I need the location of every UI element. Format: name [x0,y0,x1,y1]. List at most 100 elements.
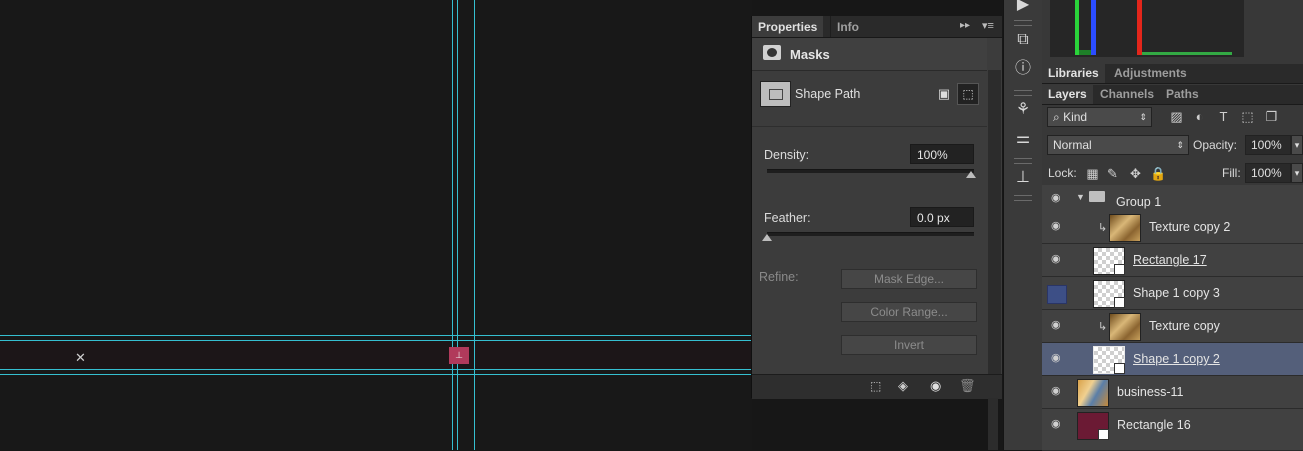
feather-label: Feather: [764,211,811,225]
lock-move-icon[interactable]: ✥ [1128,166,1143,181]
layer-thumbnail [1077,379,1109,407]
apply-mask-icon[interactable]: ◈ [898,378,908,394]
disclosure-triangle-icon[interactable]: ▼ [1076,192,1085,202]
trash-icon[interactable]: 🗑 [959,378,976,394]
mask-type-label: Shape Path [795,87,861,101]
grip-icon [1014,158,1032,164]
search-icon: ⌕ [1053,110,1060,124]
feather-input[interactable]: 0.0 px [910,207,974,227]
properties-footer: ⬚ ◈ ◉ 🗑 [752,374,1002,399]
canvas-shape-band [0,340,752,370]
tab-libraries[interactable]: Libraries [1042,64,1105,83]
feather-slider-thumb[interactable] [762,234,772,241]
panel-menu-icon[interactable]: ▾≡ [982,19,994,32]
layer-row[interactable]: Shape 1 copy 3 [1042,277,1303,310]
document-canvas[interactable]: ✕ ⊥ [0,0,752,450]
3d-cube-icon[interactable]: ⧉ [1012,29,1034,51]
properties-tab-bar: Properties Info ▸▸ ▾≡ [752,16,1002,38]
layer-row[interactable]: ◉ ↳ Texture copy [1042,310,1303,343]
mask-edge-button[interactable]: Mask Edge... [841,269,977,289]
color-range-button[interactable]: Color Range... [841,302,977,322]
eye-icon[interactable]: ◉ [1051,193,1064,204]
layer-row[interactable]: ◉ business-11 [1042,376,1303,409]
density-input[interactable]: 100% [910,144,974,164]
guide-vertical[interactable] [457,0,458,450]
lock-transparent-icon[interactable]: ▦ [1085,166,1100,181]
layer-thumbnail [1093,247,1125,275]
tab-paths[interactable]: Paths [1160,85,1205,104]
eye-icon[interactable]: ◉ [1051,353,1064,364]
histogram-graph [1075,0,1232,55]
guide-horizontal[interactable] [0,335,752,336]
guide-vertical[interactable] [474,0,475,450]
guide-vertical[interactable] [452,0,453,450]
lock-paint-icon[interactable]: ✎ [1105,166,1120,181]
type-filter-icon[interactable]: T [1216,109,1231,124]
vector-mask-thumbnail[interactable] [760,81,791,107]
density-slider-thumb[interactable] [966,171,976,178]
layer-name: business-11 [1117,385,1184,399]
layer-row[interactable]: ◉ ↳ Texture copy 2 [1042,211,1303,244]
stamp-icon[interactable]: ⊥ [449,347,469,364]
smart-object-filter-icon[interactable]: ❐ [1264,109,1279,124]
eye-icon[interactable]: ◉ [1051,386,1064,397]
layer-row[interactable]: ◉ Rectangle 16 [1042,409,1303,451]
grip-icon [1014,195,1032,201]
layer-name: Texture copy 2 [1149,220,1231,234]
properties-scrollbar[interactable] [988,70,1001,374]
fill-input[interactable]: 100% [1245,163,1291,183]
clone-stamp-icon[interactable]: ⊥ [1012,167,1034,189]
info-icon[interactable]: ⓘ [1012,58,1034,80]
layer-row[interactable]: ◉ Rectangle 17 [1042,244,1303,277]
eye-icon[interactable]: ◉ [1051,320,1064,331]
pixel-filter-icon[interactable]: ▨ [1169,109,1184,124]
layer-name: Texture copy [1149,319,1220,333]
density-slider-track[interactable] [767,169,974,173]
close-icon[interactable]: ✕ [75,351,86,364]
eye-icon[interactable]: ◉ [1051,254,1064,265]
add-vector-mask-icon[interactable]: ⬚ [957,83,979,105]
adjustment-filter-icon[interactable]: ◐ [1192,109,1207,124]
invert-button[interactable]: Invert [841,335,977,355]
play-icon[interactable]: ▶ [1012,0,1034,16]
load-selection-icon[interactable]: ⬚ [870,379,881,393]
masks-header: Masks [752,38,987,71]
fill-dropdown-icon[interactable]: ▾ [1291,163,1303,183]
shape-filter-icon[interactable]: ⬚ [1240,109,1255,124]
hidden-visibility-box[interactable] [1047,285,1067,304]
brush-icon[interactable]: ⚘ [1012,99,1034,121]
layer-filter-kind-select[interactable]: ⌕ Kind ⇕ [1047,107,1152,127]
eye-icon[interactable]: ◉ [1051,221,1064,232]
guide-horizontal[interactable] [0,369,752,370]
tab-properties[interactable]: Properties [752,16,824,37]
libraries-tab-bar: Libraries Adjustments [1042,64,1303,84]
opacity-dropdown-icon[interactable]: ▾ [1291,135,1303,155]
tab-layers[interactable]: Layers [1042,85,1093,104]
clipping-arrow-icon: ↳ [1098,222,1108,234]
adjust-sliders-icon[interactable]: ⚌ [1012,128,1034,150]
collapse-icon[interactable]: ▸▸ [960,20,970,31]
blend-mode-select[interactable]: Normal ⇕ [1047,135,1189,155]
tab-channels[interactable]: Channels [1094,85,1160,104]
blend-mode-value: Normal [1053,138,1092,152]
visibility-eye-icon[interactable]: ◉ [930,378,941,394]
layer-thumbnail [1093,346,1125,374]
layer-row[interactable]: ◉ ▼ Group 1 [1042,185,1303,212]
guide-horizontal[interactable] [0,374,752,375]
layers-list: ◉ ▼ Group 1 ◉ ↳ Texture copy 2 ◉ Rectang… [1042,185,1303,451]
opacity-input[interactable]: 100% [1245,135,1291,155]
guide-horizontal[interactable] [0,340,752,341]
feather-slider-track[interactable] [767,232,974,236]
tab-adjustments[interactable]: Adjustments [1108,64,1193,83]
eye-icon[interactable]: ◉ [1051,419,1064,430]
tab-info[interactable]: Info [830,16,859,37]
layer-name: Group 1 [1116,195,1162,209]
layer-row-selected[interactable]: ◉ Shape 1 copy 2 [1042,343,1303,376]
add-pixel-mask-icon[interactable]: ▣ [935,85,953,103]
vector-mask-badge-icon [1114,297,1125,308]
lock-all-icon[interactable]: 🔒 [1150,166,1166,181]
layer-thumbnail [1109,214,1141,242]
right-panel-stack: Libraries Adjustments Layers Channels Pa… [1042,0,1303,451]
lock-label: Lock: [1048,166,1077,180]
refine-label: Refine: [759,270,799,284]
